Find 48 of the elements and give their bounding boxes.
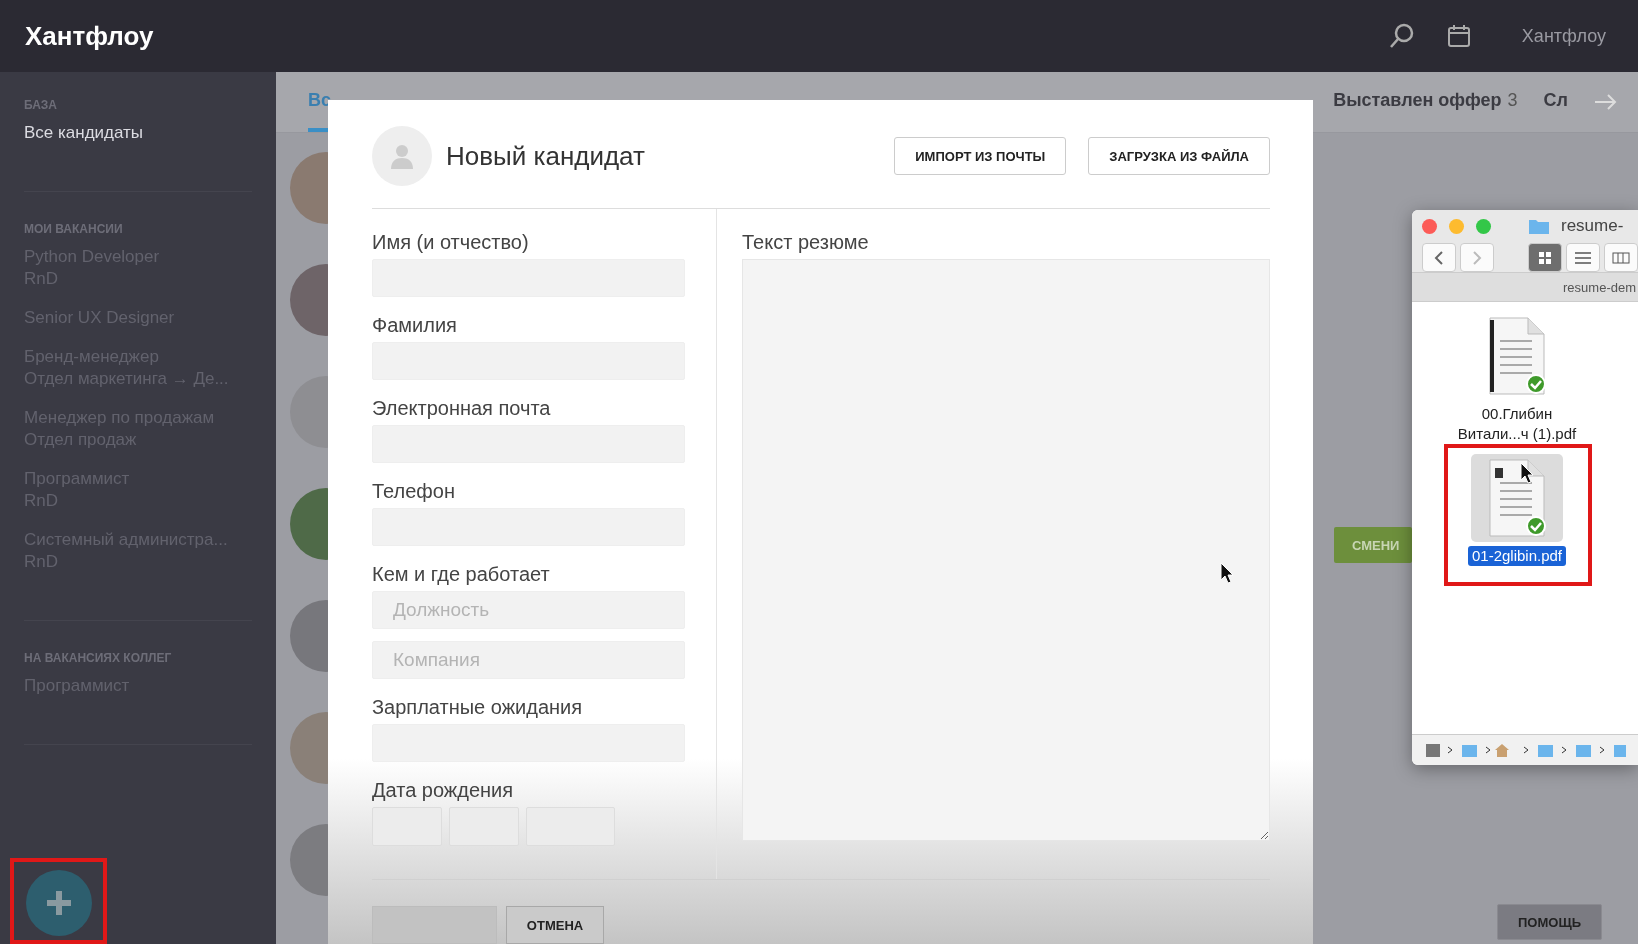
input-field[interactable]: Должность (372, 591, 685, 629)
field-label: Фамилия (372, 314, 458, 338)
user-name[interactable]: Хантфлоу (1521, 25, 1606, 47)
pdf-file-icon (1486, 458, 1548, 538)
zoom-icon[interactable] (1476, 218, 1491, 234)
tab[interactable]: Выставлен оффер 3 (1333, 72, 1518, 132)
columns-icon (1612, 251, 1630, 264)
change-button[interactable]: СМЕНИ (1334, 527, 1412, 563)
field-label: Имя (и отчество) (372, 231, 530, 255)
pdf-file-icon (1486, 316, 1548, 396)
help-button[interactable]: ПОМОЩЬ (1497, 904, 1602, 940)
column-view-button[interactable] (1604, 243, 1638, 272)
minimize-icon[interactable] (1449, 218, 1464, 234)
close-icon[interactable] (1422, 218, 1437, 234)
import-button[interactable]: ИМПОРТ ИЗ ПОЧТЫ (894, 137, 1067, 175)
field-label: Зарплатные ожидания (372, 696, 584, 720)
field-label: Кем и где работает (372, 563, 551, 587)
resume-text-field[interactable] (742, 259, 1270, 841)
list-icon (1575, 251, 1591, 264)
field-label: Телефон (372, 480, 456, 504)
plus-icon (44, 888, 74, 918)
file-item[interactable]: 00.Глибин Витали...ч (1).pdf (1452, 312, 1582, 444)
grid-icon (1538, 250, 1552, 265)
path-label: resume-dem (1412, 272, 1638, 302)
app-logo[interactable]: Хантфлоу (25, 20, 1358, 52)
calendar-icon[interactable] (1445, 23, 1472, 49)
field-label: Электронная почта (372, 397, 552, 421)
sidebar-item[interactable]: Все кандидаты (24, 122, 252, 144)
person-icon (390, 143, 414, 169)
pointer-icon (1220, 562, 1234, 584)
pointer-icon (1520, 462, 1534, 484)
cancel-button[interactable]: ОТМЕНА (506, 906, 604, 944)
chevron-right-icon (1472, 250, 1482, 265)
icon-view-button[interactable] (1528, 243, 1562, 272)
modal-title: Новый кандидат (446, 140, 646, 172)
window-title: resume- (1561, 216, 1624, 236)
search-icon[interactable] (1387, 22, 1416, 50)
list-view-button[interactable] (1566, 243, 1600, 272)
forward-button[interactable] (1460, 243, 1494, 272)
chevron-left-icon (1434, 250, 1444, 265)
field-label: Дата рождения (372, 779, 515, 803)
field-label: Текст резюме (742, 231, 870, 255)
back-button[interactable] (1422, 243, 1456, 272)
folder-icon (1529, 218, 1549, 234)
arrow-right-icon[interactable] (1594, 93, 1618, 111)
upload-button[interactable]: ЗАГРУЗКА ИЗ ФАЙЛА (1088, 137, 1270, 175)
tab[interactable]: Сл (1543, 72, 1568, 132)
input-field[interactable]: Компания (372, 641, 685, 679)
